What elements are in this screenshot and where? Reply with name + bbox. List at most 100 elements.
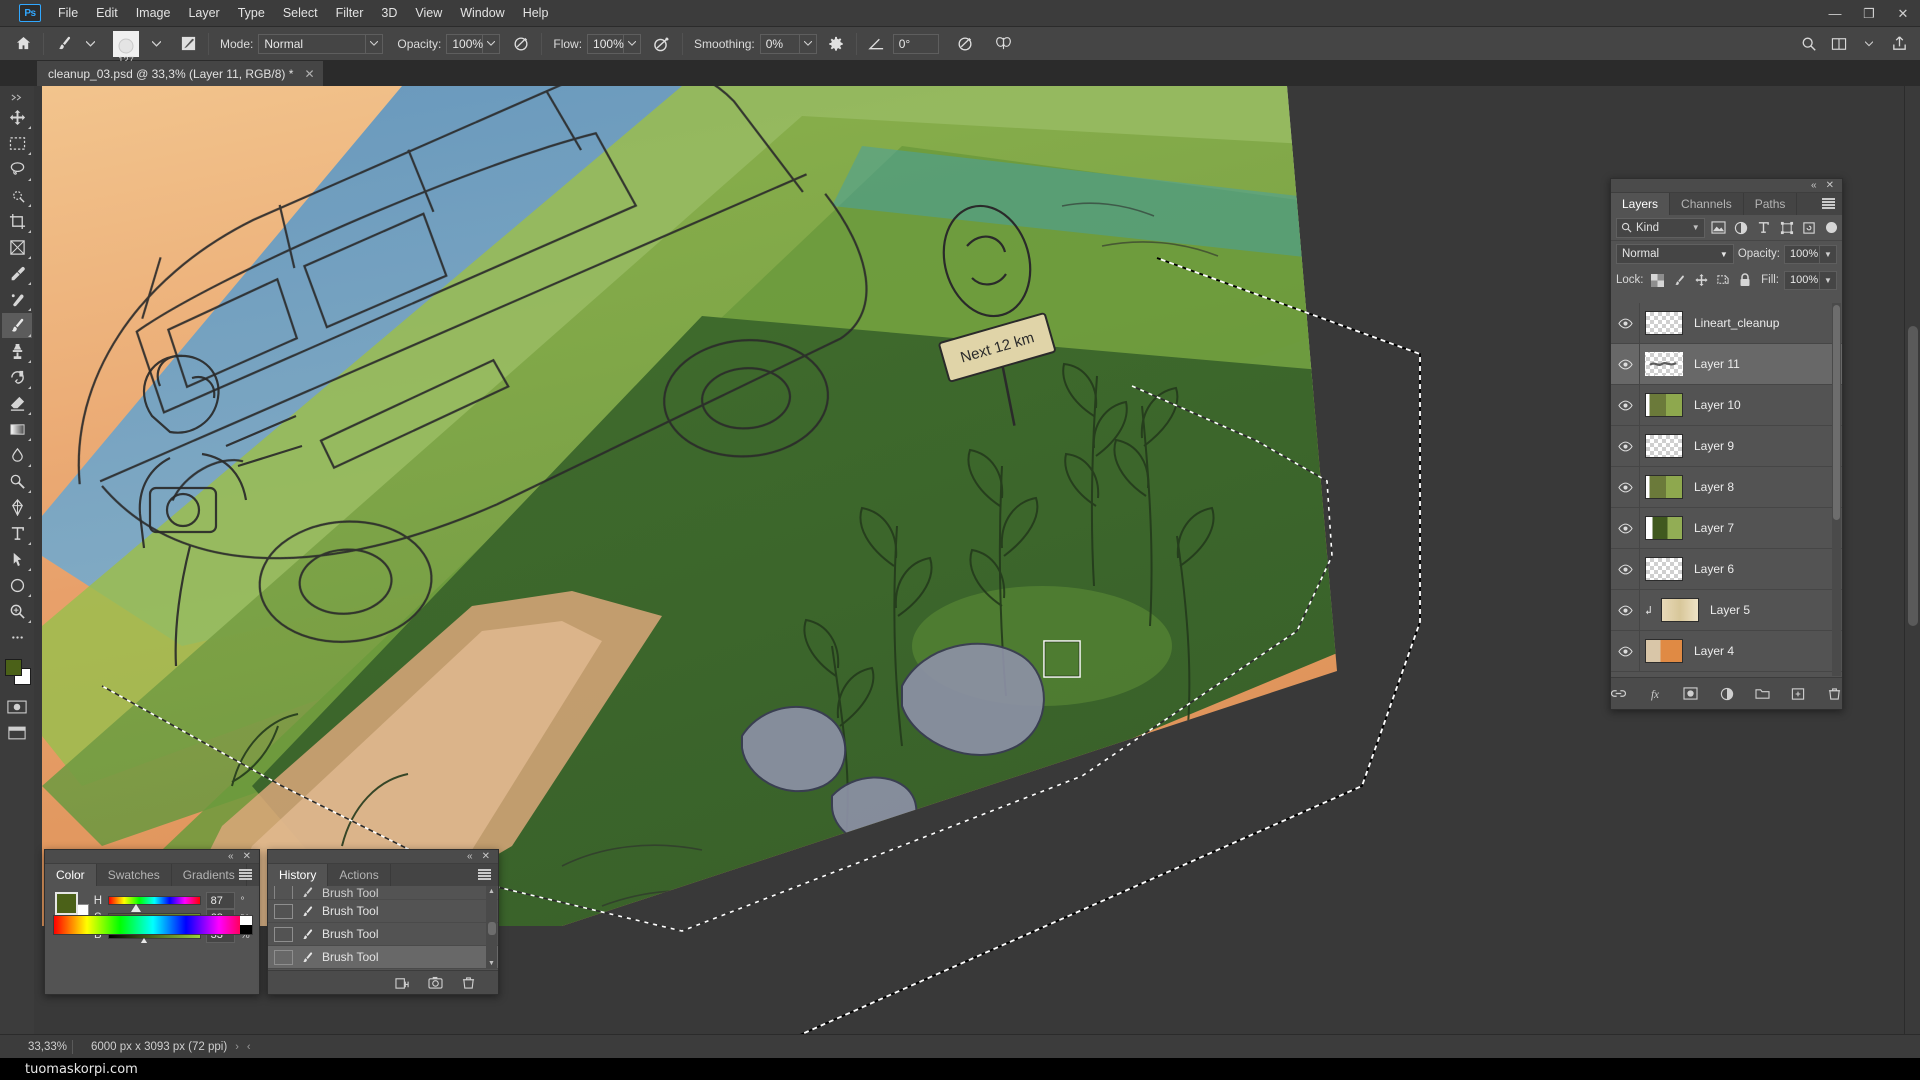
layer-thumbnail[interactable] xyxy=(1645,393,1683,417)
layer-row[interactable]: Layer 11 xyxy=(1611,344,1842,385)
move-tool[interactable] xyxy=(2,105,32,130)
layer-thumbnail[interactable] xyxy=(1645,516,1683,540)
brush-preview[interactable] xyxy=(113,30,139,57)
tab-color[interactable]: Color xyxy=(45,864,97,886)
tab-history[interactable]: History xyxy=(268,864,329,886)
history-snapshot-box[interactable] xyxy=(274,886,293,899)
history-scrollbar[interactable]: ▲ ▼ xyxy=(486,886,497,969)
layer-thumbnail[interactable] xyxy=(1645,352,1683,376)
color-slider-track[interactable] xyxy=(107,896,201,912)
history-brush-tool[interactable] xyxy=(2,365,32,390)
spot-healing-brush-tool[interactable] xyxy=(2,287,32,312)
scroll-up-icon[interactable]: ▲ xyxy=(486,886,497,897)
close-icon[interactable]: ✕ xyxy=(1826,180,1834,191)
more-tools-icon[interactable] xyxy=(2,625,32,650)
symmetry-butterfly-icon[interactable] xyxy=(991,31,1017,57)
layer-row[interactable]: Layer 8 xyxy=(1611,467,1842,508)
layer-thumbnail[interactable] xyxy=(1645,475,1683,499)
blend-mode-chevron-icon[interactable] xyxy=(366,33,384,54)
layer-row[interactable]: Layer 7 xyxy=(1611,508,1842,549)
smart-object-filter-icon[interactable] xyxy=(1800,219,1818,237)
lock-artboard-icon[interactable] xyxy=(1715,272,1732,289)
menu-type[interactable]: Type xyxy=(229,2,274,24)
smoothing-chevron-icon[interactable] xyxy=(799,33,817,54)
shape-filter-icon[interactable] xyxy=(1778,219,1796,237)
object-selection-tool[interactable] xyxy=(2,183,32,208)
pressure-opacity-icon[interactable] xyxy=(508,31,534,57)
crop-tool[interactable] xyxy=(2,209,32,234)
layer-row[interactable]: Layer 10 xyxy=(1611,385,1842,426)
rectangular-marquee-tool[interactable] xyxy=(2,131,32,156)
screen-mode-icon[interactable] xyxy=(4,723,30,743)
angle-icon[interactable] xyxy=(864,31,890,57)
history-state-row[interactable]: Brush Tool xyxy=(268,946,498,969)
history-snapshot-box[interactable] xyxy=(274,926,293,942)
layer-fill-value[interactable]: 100% xyxy=(1784,270,1820,290)
brush-settings-icon[interactable] xyxy=(175,31,201,57)
layer-blend-mode-select[interactable]: Normal ▼ xyxy=(1616,244,1734,264)
color-spectrum-ramp[interactable] xyxy=(53,915,253,935)
panel-menu-icon[interactable] xyxy=(478,869,491,880)
arrange-documents-icon[interactable] xyxy=(1826,31,1852,57)
eyedropper-tool[interactable] xyxy=(2,261,32,286)
close-icon[interactable]: ✕ xyxy=(482,851,490,862)
color-swatches[interactable] xyxy=(2,657,32,687)
tab-actions[interactable]: Actions xyxy=(328,864,391,886)
horizontal-type-tool[interactable] xyxy=(2,521,32,546)
toolbar-collapse-handle[interactable] xyxy=(2,90,32,104)
restore-button[interactable]: ❐ xyxy=(1852,0,1886,27)
dodge-tool[interactable] xyxy=(2,469,32,494)
layer-visibility-eye-icon[interactable] xyxy=(1611,441,1639,452)
spectrum-white-black-chip[interactable] xyxy=(240,916,252,934)
layer-thumbnail[interactable] xyxy=(1645,434,1683,458)
delete-layer-icon[interactable] xyxy=(1826,686,1842,702)
minimize-button[interactable]: — xyxy=(1818,0,1852,27)
color-slider-h[interactable]: H 87 ° xyxy=(93,892,251,912)
lock-transparent-pixels-icon[interactable] xyxy=(1649,272,1666,289)
vertical-scrollbar-thumb[interactable] xyxy=(1908,326,1918,626)
chevron-down-icon[interactable]: ▼ xyxy=(1692,223,1700,232)
history-list[interactable]: Brush Tool Brush Tool Brush Tool Brush Tool xyxy=(268,886,498,969)
lasso-tool[interactable] xyxy=(2,157,32,182)
status-collapse-arrow[interactable]: ‹ xyxy=(247,1041,259,1053)
layer-thumbnail[interactable] xyxy=(1661,598,1699,622)
layer-visibility-eye-icon[interactable] xyxy=(1611,523,1639,534)
flow-combo[interactable]: 100% xyxy=(587,33,642,54)
ellipse-tool[interactable] xyxy=(2,573,32,598)
lock-position-icon[interactable] xyxy=(1693,272,1710,289)
adjustment-filter-icon[interactable] xyxy=(1732,219,1750,237)
layer-opacity-value[interactable]: 100% xyxy=(1784,244,1820,264)
collapse-icon[interactable]: « xyxy=(1811,180,1817,191)
history-panel-grip[interactable]: « ✕ xyxy=(268,850,498,864)
layer-fill-combo[interactable]: 100% ▼ xyxy=(1784,270,1837,290)
layer-visibility-eye-icon[interactable] xyxy=(1611,564,1639,575)
new-layer-icon[interactable] xyxy=(1790,686,1806,702)
share-icon[interactable] xyxy=(1886,31,1912,57)
tab-layers[interactable]: Layers xyxy=(1611,193,1671,215)
menu-select[interactable]: Select xyxy=(274,2,327,24)
menu-edit[interactable]: Edit xyxy=(87,2,127,24)
brush-size-chevron-icon[interactable] xyxy=(143,31,169,57)
search-icon[interactable] xyxy=(1796,31,1822,57)
menu-layer[interactable]: Layer xyxy=(179,2,228,24)
chevron-down-icon[interactable]: ▼ xyxy=(1720,250,1728,259)
history-snapshot-box[interactable] xyxy=(274,949,293,965)
color-panel-grip[interactable]: « ✕ xyxy=(45,850,259,864)
layers-panel-grip[interactable]: « ✕ xyxy=(1611,179,1842,193)
angle-value[interactable]: 0° xyxy=(892,33,939,54)
zoom-tool[interactable] xyxy=(2,599,32,624)
chevron-down-icon[interactable]: ▼ xyxy=(1820,270,1837,290)
new-document-from-state-icon[interactable] xyxy=(394,975,410,991)
gradient-tool[interactable] xyxy=(2,417,32,442)
eraser-tool[interactable] xyxy=(2,391,32,416)
layer-row[interactable]: Layer 4 xyxy=(1611,631,1842,672)
layer-thumbnail[interactable] xyxy=(1645,311,1683,335)
opacity-value[interactable]: 100% xyxy=(446,33,484,54)
vertical-scrollbar[interactable] xyxy=(1904,86,1920,1036)
document-tab[interactable]: cleanup_03.psd @ 33,3% (Layer 11, RGB/8)… xyxy=(37,61,324,86)
chevron-down-icon[interactable]: ▼ xyxy=(1820,244,1837,264)
layer-row[interactable]: Layer 6 xyxy=(1611,549,1842,590)
new-snapshot-icon[interactable] xyxy=(427,975,443,991)
layer-visibility-eye-icon[interactable] xyxy=(1611,482,1639,493)
zoom-level[interactable]: 33,33% xyxy=(0,1041,72,1053)
